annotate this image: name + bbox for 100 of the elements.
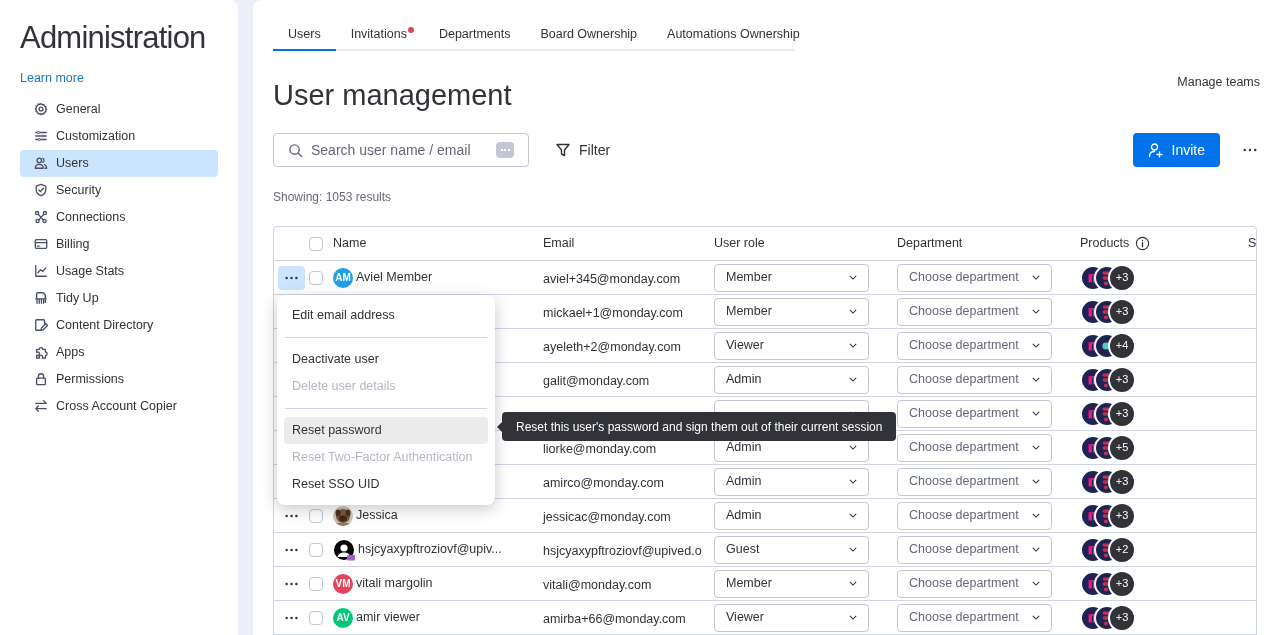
gear-icon	[34, 102, 48, 117]
menu-item: Reset Two-Factor Authentication	[291, 449, 474, 467]
funnel-icon	[555, 142, 571, 158]
chevron-down-icon	[1032, 581, 1040, 586]
column-header: User role	[714, 235, 765, 253]
user-avatar: AV	[333, 607, 353, 628]
sidebar-item[interactable]: Cross Account Copier	[20, 392, 218, 420]
dropdown[interactable]: Choose department	[897, 433, 1052, 462]
chevron-down-icon	[849, 275, 857, 280]
row-menu-button[interactable]	[278, 265, 305, 290]
chevron-down-icon	[1032, 479, 1040, 484]
tab[interactable]: Invitations	[335, 20, 424, 51]
dropdown[interactable]: Member	[714, 263, 869, 292]
info-icon[interactable]	[1135, 236, 1151, 251]
dropdown[interactable]: Member	[714, 569, 869, 598]
checkbox[interactable]	[309, 236, 323, 251]
dropdown[interactable]: Viewer	[714, 603, 869, 632]
user-email: aviel+345@monday.com	[543, 271, 681, 286]
product-count: +3	[1108, 501, 1136, 530]
learn-more-link[interactable]: Learn more	[20, 69, 218, 88]
sidebar-title: Administration	[20, 20, 207, 56]
tab[interactable]: Automations Ownership	[652, 20, 815, 51]
dropdown[interactable]: Member	[714, 297, 869, 326]
swap-icon	[34, 399, 48, 414]
chevron-down-icon	[849, 547, 857, 552]
dropdown[interactable]: Choose department	[897, 467, 1052, 496]
chevron-down-icon	[1032, 377, 1040, 382]
manage-teams-link[interactable]: Manage teams	[1177, 73, 1260, 92]
product-count: +5	[1108, 433, 1136, 462]
checkbox[interactable]	[309, 270, 323, 285]
dropdown[interactable]: Choose department	[897, 501, 1052, 530]
user-email: jessicac@monday.com	[543, 509, 671, 524]
chevron-down-icon	[1032, 615, 1040, 620]
chevron-down-icon	[1032, 411, 1040, 416]
sidebar-item[interactable]: Permissions	[20, 365, 218, 393]
dropdown[interactable]: Guest	[714, 535, 869, 564]
chevron-down-icon	[1032, 547, 1040, 552]
menu-item[interactable]: Edit email address	[284, 302, 488, 329]
sidebar-item[interactable]: Users	[20, 149, 218, 177]
tab[interactable]: Departments	[423, 20, 526, 51]
checkbox[interactable]	[309, 610, 323, 625]
user-email: amirba+66@monday.com	[543, 611, 686, 626]
tooltip-arrow	[497, 422, 502, 432]
shortcut-icon	[496, 142, 514, 158]
invite-button[interactable]: Invite	[1132, 133, 1220, 167]
chevron-down-icon	[849, 343, 857, 348]
dropdown[interactable]: Choose department	[897, 569, 1052, 598]
sidebar-item[interactable]: Tidy Up	[20, 284, 218, 312]
chevron-down-icon	[849, 581, 857, 586]
tab[interactable]: Board Ownership	[525, 20, 653, 51]
menu-item[interactable]: Reset SSO UID	[284, 471, 488, 498]
chevron-down-icon	[1032, 309, 1040, 314]
chevron-down-icon	[1032, 513, 1040, 518]
dropdown[interactable]: Choose department	[897, 399, 1052, 428]
dropdown[interactable]: Choose department	[897, 331, 1052, 360]
column-header: Department	[897, 235, 963, 253]
column-header: Products	[1080, 235, 1130, 253]
sidebar-item[interactable]: Apps	[20, 338, 218, 366]
chevron-down-icon	[849, 615, 857, 620]
column-header: S	[1248, 235, 1256, 253]
chevron-down-icon	[1032, 343, 1040, 348]
tab[interactable]: Users	[273, 20, 336, 51]
user-name: vitali margolin	[356, 575, 433, 593]
sidebar-item[interactable]: Connections	[20, 203, 218, 231]
menu-item[interactable]: Deactivate user	[284, 346, 488, 373]
product-count: +3	[1108, 263, 1136, 292]
product-count: +3	[1108, 399, 1136, 428]
dropdown[interactable]: Choose department	[897, 263, 1052, 292]
sidebar-item[interactable]: Billing	[20, 230, 218, 258]
user-name: Jessica	[356, 507, 398, 525]
dropdown[interactable]: Viewer	[714, 331, 869, 360]
more-options-icon	[285, 513, 298, 518]
sidebar-item[interactable]: Content Directory	[20, 311, 218, 339]
checkbox[interactable]	[309, 542, 323, 557]
search-input[interactable]: Search user name / email	[311, 139, 488, 161]
dropdown[interactable]: Admin	[714, 365, 869, 394]
chevron-down-icon	[849, 513, 857, 518]
sidebar-item[interactable]: General	[20, 95, 218, 123]
checkbox[interactable]	[309, 576, 323, 591]
dropdown[interactable]: Choose department	[897, 297, 1052, 326]
checkbox[interactable]	[309, 508, 323, 523]
sidebar-item[interactable]: Customization	[20, 122, 218, 150]
user-email: liorke@monday.com	[543, 441, 657, 456]
menu-item[interactable]: Reset password	[284, 417, 488, 444]
product-count: +3	[1108, 569, 1136, 598]
filter-button[interactable]: Filter	[555, 139, 611, 161]
more-options-icon	[285, 615, 298, 620]
dropdown[interactable]: Choose department	[897, 603, 1052, 632]
card-icon	[34, 237, 48, 252]
product-count: +4	[1108, 331, 1136, 360]
dropdown[interactable]: Admin	[714, 501, 869, 530]
dropdown[interactable]: Choose department	[897, 535, 1052, 564]
page-title: User management	[273, 78, 512, 113]
dropdown[interactable]: Admin	[714, 467, 869, 496]
product-count: +3	[1108, 297, 1136, 326]
sidebar-item[interactable]: Usage Stats	[20, 257, 218, 285]
connections-icon	[34, 210, 48, 225]
search-field[interactable]: Search user name / email	[273, 133, 529, 167]
sidebar-item[interactable]: Security	[20, 176, 218, 204]
dropdown[interactable]: Choose department	[897, 365, 1052, 394]
